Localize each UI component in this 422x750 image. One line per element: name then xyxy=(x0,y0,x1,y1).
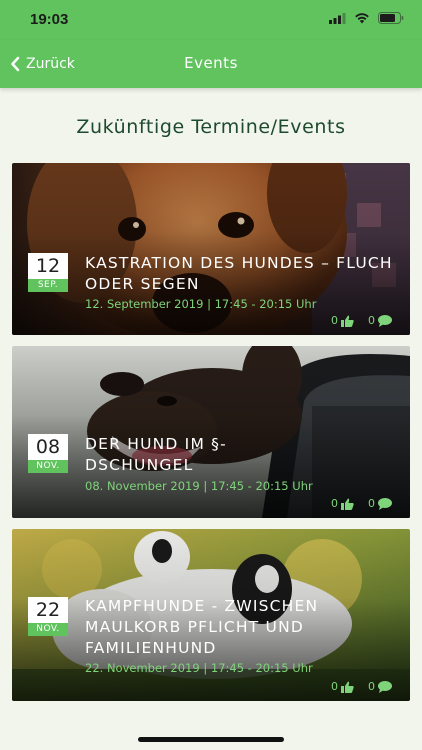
date-badge: 12 SEP. xyxy=(28,253,68,292)
date-month: NOV. xyxy=(28,460,68,473)
event-card[interactable]: 08 NOV. DER HUND IM §-DSCHUNGEL 08. Nove… xyxy=(12,346,410,518)
wifi-icon xyxy=(355,13,369,24)
thumbs-up-icon xyxy=(341,498,354,510)
comment-count: 0 xyxy=(368,497,375,510)
like-button[interactable]: 0 xyxy=(331,314,354,327)
comment-button[interactable]: 0 xyxy=(368,680,392,693)
event-datetime: 08. November 2019 | 17:45 - 20:15 Uhr xyxy=(85,479,313,493)
thumbs-up-icon xyxy=(341,315,354,327)
event-card[interactable]: 12 SEP. KASTRATION DES HUNDES – FLUCH OD… xyxy=(12,163,410,335)
event-title: KAMPFHUNDE - ZWISCHEN MAULKORB PFLICHT U… xyxy=(85,597,319,657)
page-title: Zukünftige Termine/Events xyxy=(76,116,346,138)
like-button[interactable]: 0 xyxy=(331,680,354,693)
like-count: 0 xyxy=(331,497,338,510)
date-day: 12 xyxy=(28,253,68,279)
home-indicator[interactable] xyxy=(138,737,284,742)
reactions: 0 0 xyxy=(331,314,392,327)
event-datetime: 22. November 2019 | 17:45 - 20:15 Uhr xyxy=(85,661,313,675)
status-icons xyxy=(329,12,404,24)
comment-button[interactable]: 0 xyxy=(368,314,392,327)
comment-count: 0 xyxy=(368,314,375,327)
like-count: 0 xyxy=(331,680,338,693)
date-month: SEP. xyxy=(28,279,68,292)
comment-icon xyxy=(378,680,392,693)
event-datetime: 12. September 2019 | 17:45 - 20:15 Uhr xyxy=(85,297,317,311)
nav-title: Events xyxy=(184,54,238,72)
event-title: KASTRATION DES HUNDES – FLUCH ODER SEGEN xyxy=(85,254,393,293)
comment-count: 0 xyxy=(368,680,375,693)
thumbs-up-icon xyxy=(341,681,354,693)
date-badge: 22 NOV. xyxy=(28,597,68,636)
comment-button[interactable]: 0 xyxy=(368,497,392,510)
battery-icon xyxy=(378,12,404,24)
reactions: 0 0 xyxy=(331,680,392,693)
status-bar: 19:03 xyxy=(0,0,422,40)
status-time: 19:03 xyxy=(30,11,69,28)
signal-icon xyxy=(329,12,346,24)
date-day: 22 xyxy=(28,597,68,623)
like-button[interactable]: 0 xyxy=(331,497,354,510)
comment-icon xyxy=(378,497,392,510)
comment-icon xyxy=(378,314,392,327)
nav-bar: Zurück Events xyxy=(0,40,422,88)
date-day: 08 xyxy=(28,434,68,460)
date-month: NOV. xyxy=(28,623,68,636)
event-title: DER HUND IM §-DSCHUNGEL xyxy=(85,435,227,474)
date-badge: 08 NOV. xyxy=(28,434,68,473)
reactions: 0 0 xyxy=(331,497,392,510)
like-count: 0 xyxy=(331,314,338,327)
event-card[interactable]: 22 NOV. KAMPFHUNDE - ZWISCHEN MAULKORB P… xyxy=(12,529,410,701)
